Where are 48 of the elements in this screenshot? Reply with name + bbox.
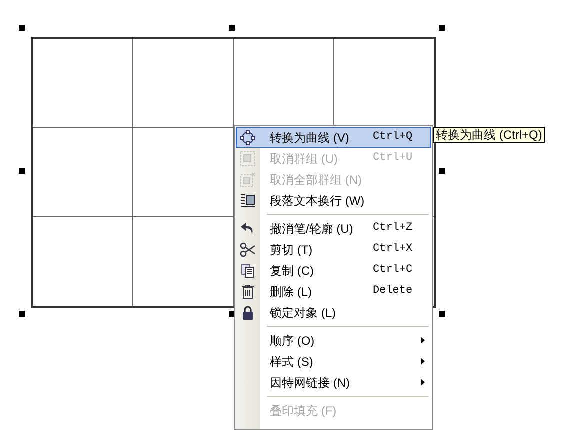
menu-label: 复制 (C)	[270, 262, 315, 280]
menu-label: 顺序 (O)	[270, 332, 316, 350]
scissors-icon	[240, 242, 256, 258]
menu-item[interactable]: 复制 (C) Ctrl+C	[236, 260, 431, 281]
menu-item[interactable]: 段落文本换行 (W)	[236, 190, 431, 211]
selection-handle[interactable]	[439, 311, 445, 317]
selection-handle[interactable]	[19, 25, 25, 31]
shortcut-text: Ctrl+C	[373, 263, 414, 278]
selection-handle[interactable]	[439, 25, 445, 31]
copy-icon	[240, 262, 256, 278]
menu-label: 剪切 (T)	[270, 242, 314, 258]
shortcut-text: Ctrl+Z	[373, 221, 414, 236]
text-wrap-icon	[240, 192, 256, 208]
submenu-item[interactable]: 顺序 (O)	[236, 330, 431, 351]
ungroup-icon	[240, 172, 256, 188]
submenu-arrow-icon	[421, 358, 425, 365]
ungroup-icon	[240, 150, 256, 166]
shortcut-text: Delete	[373, 284, 414, 300]
menu-item[interactable]: 转换为曲线 (V) Ctrl+Q	[236, 127, 431, 148]
menu-label: 叠印填充 (F)	[270, 402, 338, 420]
curve-icon	[240, 130, 256, 146]
submenu-arrow-icon	[421, 379, 425, 386]
menu-label: 取消群组 (U)	[270, 150, 339, 168]
shortcut-text: Ctrl+U	[373, 151, 414, 166]
menu-label: 锁定对象 (L)	[270, 304, 337, 322]
tooltip: 转换为曲线 (Ctrl+Q)	[433, 127, 546, 143]
menu-item[interactable]: 撤消笔/轮廓 (U) Ctrl+Z	[236, 218, 431, 239]
submenu-item[interactable]: 样式 (S)	[236, 351, 431, 372]
menu-label: 转换为曲线 (V)	[270, 130, 350, 146]
menu-item[interactable]: 删除 (L) Delete	[236, 281, 431, 302]
menu-label: 段落文本换行 (W)	[270, 192, 366, 210]
menu-label: 取消全部群组 (N)	[270, 172, 363, 188]
menu-label: 因特网链接 (N)	[270, 374, 351, 392]
menu-label: 撤消笔/轮廓 (U)	[270, 220, 354, 238]
submenu-item[interactable]: 因特网链接 (N)	[236, 372, 431, 393]
menu-item[interactable]: 剪切 (T) Ctrl+X	[236, 239, 431, 260]
menu-label: 样式 (S)	[270, 354, 314, 370]
menu-item[interactable]: 锁定对象 (L)	[236, 302, 431, 323]
selection-handle[interactable]	[439, 168, 445, 174]
menu-label: 删除 (L)	[270, 284, 313, 300]
shortcut-text: Ctrl+Q	[373, 130, 414, 146]
shortcut-text: Ctrl+X	[373, 242, 414, 258]
selection-handle[interactable]	[19, 168, 25, 174]
lock-icon	[240, 304, 256, 320]
selection-handle[interactable]	[229, 25, 235, 31]
trash-icon	[240, 284, 256, 300]
submenu-arrow-icon	[421, 337, 425, 344]
selection-handle[interactable]	[19, 311, 25, 317]
